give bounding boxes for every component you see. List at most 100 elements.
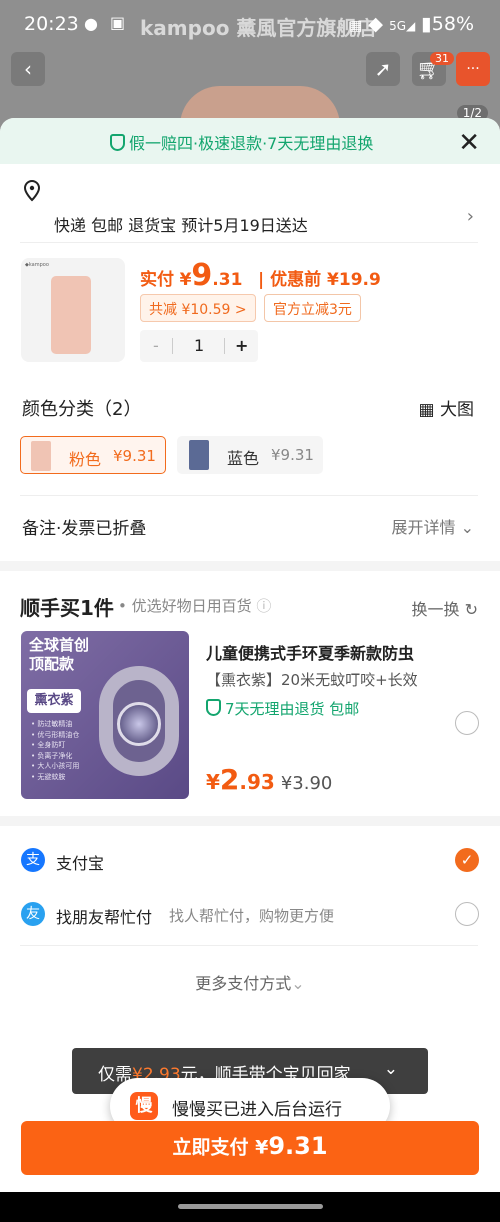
add-on-title: 顺手买1件 <box>20 596 114 620</box>
swap-label: 换一换 <box>411 600 460 619</box>
refresh-icon: ↻ <box>464 600 478 619</box>
section-gap <box>0 816 500 826</box>
add-on-image[interactable]: 全球首创 顶配款 熏衣紫 • 防过敏精油 • 优弓形精油仓 • 全身防叮 • 负离… <box>21 631 189 799</box>
alipay-radio[interactable]: ✓ <box>455 848 479 872</box>
more-payment-methods[interactable]: 更多支付方式⌄ <box>0 970 500 994</box>
more-button[interactable]: ··· <box>456 52 490 86</box>
friend-pay-label[interactable]: 找朋友帮忙付 <box>56 904 152 928</box>
variant-price: ¥9.31 <box>113 447 156 465</box>
cart-count-badge: 31 <box>430 52 454 65</box>
variant-label: 粉色 <box>69 450 102 469</box>
add-on-price-int: 2 <box>219 763 240 796</box>
add-on-select-radio[interactable] <box>455 711 479 735</box>
stepper-divider <box>224 338 225 354</box>
feature-line: • 防过敏精油 <box>31 720 73 728</box>
friend-pay-sub: 找人帮忙付，购物更方便 <box>169 907 335 925</box>
grid-icon: ▦ <box>418 400 435 420</box>
close-icon[interactable]: ✕ <box>458 128 480 158</box>
image-headline: 全球首创 顶配款 <box>29 636 89 674</box>
add-on-title-text[interactable]: 儿童便携式手环夏季新款防虫 <box>206 640 414 664</box>
help-icon[interactable]: ⓘ <box>256 597 271 615</box>
quantity-stepper: - 1 + <box>140 330 258 362</box>
chevron-right-icon[interactable]: › <box>467 206 474 227</box>
image-badge: 熏衣紫 <box>27 689 81 713</box>
share-button[interactable]: ➚ <box>366 52 400 86</box>
alipay-icon: 支 <box>21 848 45 872</box>
add-on-tags-text: 7天无理由退货 包邮 <box>225 700 360 718</box>
shield-check-icon <box>206 699 221 716</box>
bracelet-image <box>99 666 179 776</box>
guarantee-banner: 假一赔四·极速退款·7天无理由退换 ✕ <box>0 118 500 164</box>
divider <box>20 495 478 496</box>
section-gap <box>0 561 500 571</box>
feature-line: • 负离子净化 <box>31 751 73 760</box>
share-icon: ➚ <box>374 57 392 81</box>
expand-details[interactable]: 展开详情 ⌄ <box>391 514 474 538</box>
chevron-left-icon: ‹ <box>24 57 32 81</box>
add-on-price-dec: .93 <box>239 770 275 794</box>
note-label: 备注·发票已折叠 <box>22 519 147 539</box>
wifi-icon: ◆ <box>368 13 384 35</box>
pay-now-amount: 9.31 <box>268 1132 328 1160</box>
delivery-info[interactable]: 快递 包邮 退货宝 预计5月19日送达 <box>54 212 308 236</box>
feature-line: • 大人小孩可用 <box>31 762 80 770</box>
shield-check-icon <box>110 134 125 151</box>
official-discount-tag: 官方立减3元 <box>264 294 361 322</box>
minus-button[interactable]: - <box>153 336 159 355</box>
variant-price: ¥9.31 <box>271 446 314 464</box>
wechat-icon: ● <box>84 14 98 33</box>
product-image <box>51 276 91 354</box>
variant-thumb <box>189 440 209 470</box>
swap-button[interactable]: 换一换 ↻ <box>411 596 478 620</box>
guarantee-text-wrap: 假一赔四·极速退款·7天无理由退换 <box>110 130 373 154</box>
more-icon: ··· <box>466 61 480 77</box>
actual-price-label: 实付 <box>140 270 174 290</box>
feature-line: • 全身防叮 <box>31 741 66 749</box>
pay-now-button[interactable]: 立即支付 ¥9.31 <box>21 1121 479 1175</box>
variant-pink[interactable]: 粉色 ¥9.31 <box>20 436 166 474</box>
home-indicator[interactable] <box>178 1204 323 1209</box>
add-on-price: ¥2.93 ¥3.90 <box>206 763 332 796</box>
friend-pay-icon: 友 <box>21 902 45 926</box>
variant-blue[interactable]: 蓝色 ¥9.31 <box>177 436 323 474</box>
image-headline-1: 全球首创 <box>29 636 90 654</box>
back-button[interactable]: ‹ <box>11 52 45 86</box>
variant-thumb <box>31 441 51 471</box>
big-image-toggle[interactable]: ▦ 大图 <box>419 395 474 420</box>
add-on-subtitle-text: • 优选好物日用百货 <box>118 597 252 615</box>
total-discount-tag[interactable]: 共减 ¥10.59 > <box>140 294 256 322</box>
status-right: ▦ ◆ 5G◢ ▮58% <box>349 13 474 35</box>
add-on-subtitle: • 优选好物日用百货 ⓘ <box>118 595 271 616</box>
variant-label: 蓝色 <box>227 449 260 468</box>
pay-now-content: 立即支付 ¥9.31 <box>21 1132 479 1160</box>
price-row: 实付 ¥9.31 | 优惠前 ¥19.9 <box>140 258 381 293</box>
feature-line: • 无避蚊胺 <box>31 772 66 781</box>
clock: 20:23 <box>24 13 79 35</box>
notify-icon: ▣ <box>110 13 126 32</box>
guarantee-text: 假一赔四·极速退款·7天无理由退换 <box>129 134 374 153</box>
double-chevron-down-icon: ⌄ <box>383 1059 398 1079</box>
system-nav-bar <box>0 1192 500 1222</box>
more-payment-label: 更多支付方式 <box>195 974 292 993</box>
friend-pay-radio[interactable] <box>455 902 479 926</box>
add-on-orig-price: ¥3.90 <box>280 773 333 794</box>
manmanmai-app-icon: 慢 <box>130 1092 158 1120</box>
pay-now-label: 立即支付 ¥ <box>172 1136 269 1159</box>
battery-icon: ▮ <box>421 13 432 35</box>
add-on-tags: 7天无理由退货 包邮 <box>206 698 359 719</box>
plus-button[interactable]: + <box>235 336 248 355</box>
chevron-down-icon: ⌄ <box>460 518 474 537</box>
product-thumbnail[interactable]: ◆kampoo <box>21 258 125 362</box>
quantity-value[interactable]: 1 <box>194 336 204 355</box>
price-decimal: .31 <box>212 270 243 290</box>
image-features: • 防过敏精油 • 优弓形精油仓 • 全身防叮 • 负离子净化 • 大人小孩可用… <box>31 719 79 782</box>
chevron-down-icon: ⌄ <box>291 974 305 993</box>
add-on-currency: ¥ <box>206 770 220 794</box>
divider <box>20 945 478 946</box>
stepper-divider <box>172 338 173 354</box>
price-integer: 9 <box>191 258 213 293</box>
nfc-icon: ▦ <box>349 18 363 34</box>
divider <box>20 242 478 243</box>
alipay-label[interactable]: 支付宝 <box>56 850 104 874</box>
thumb-logo: ◆kampoo <box>25 262 49 268</box>
